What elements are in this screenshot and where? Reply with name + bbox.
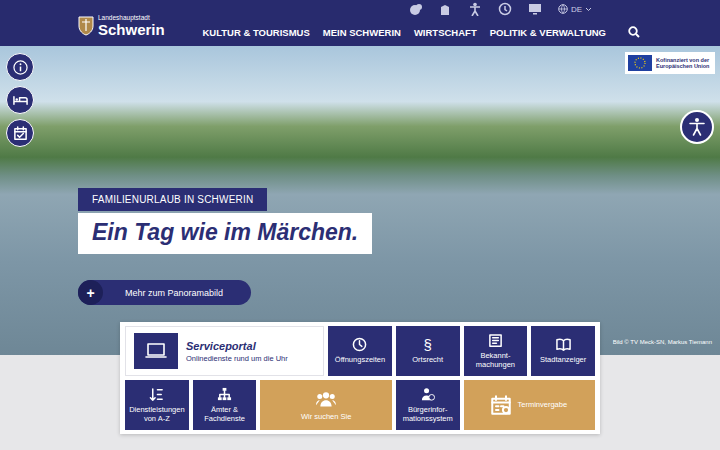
clock-icon	[352, 337, 367, 352]
eu-badge: Kofinanziert von der Europäischen Union	[625, 52, 715, 74]
service-tile-label[interactable]: Ortsrecht	[412, 356, 443, 365]
service-tile[interactable]: Stadtanzeiger	[531, 326, 595, 376]
language-switch[interactable]: DE	[558, 4, 592, 14]
sign-language-button[interactable]	[408, 2, 422, 16]
accessibility-button[interactable]	[468, 2, 482, 16]
main-nav: LandeshauptstadtSchwerin KULTUR & TOURISM…	[0, 18, 720, 46]
hero-content: FAMILIENURLAUB IN SCHWERINEin Tag wie im…	[0, 46, 720, 305]
hero: FAMILIENURLAUB IN SCHWERINEin Tag wie im…	[0, 46, 720, 355]
hero-kicker: FAMILIENURLAUB IN SCHWERIN	[78, 188, 267, 211]
accessibility-icon	[468, 2, 482, 16]
bed-button[interactable]	[6, 86, 34, 114]
portal-title[interactable]: Serviceportal	[186, 340, 288, 352]
service-tile[interactable]: § Ortsrecht	[396, 326, 460, 376]
clock-button[interactable]	[498, 2, 512, 16]
bed-icon	[13, 93, 28, 108]
hands-button[interactable]	[438, 2, 452, 16]
portal-text: Serviceportal Onlinedienste rund um die U…	[186, 340, 288, 363]
nav-item[interactable]: MEIN SCHWERIN	[323, 27, 401, 38]
service-tile[interactable]: Wir suchen Sie	[260, 380, 391, 430]
hero-title: Ein Tag wie im Märchen.	[78, 213, 372, 254]
photo-credit: Bild © TV Meck-SN, Markus Tiemann	[613, 339, 712, 345]
logo-text: LandeshauptstadtSchwerin	[98, 15, 165, 37]
info-button[interactable]	[6, 53, 34, 81]
accessibility-icon	[687, 117, 707, 137]
nav-item[interactable]: POLITIK & VERWALTUNG	[490, 27, 606, 38]
monitor-icon	[528, 2, 542, 16]
language-code[interactable]: DE	[571, 5, 582, 14]
service-tile[interactable]: Öffnungszeiten	[328, 326, 392, 376]
service-tile-label[interactable]: Bekannt-machungen	[467, 352, 525, 369]
service-tile[interactable]: Bekannt-machungen	[464, 326, 528, 376]
panorama-label[interactable]: Mehr zum Panoramabild	[125, 288, 223, 298]
eu-flag-icon	[628, 55, 652, 71]
side-buttons	[6, 53, 34, 147]
person-info-icon	[420, 387, 435, 402]
paragraph-icon: §	[424, 337, 432, 352]
service-tile-label[interactable]: Dienstleistungen von A-Z	[128, 406, 186, 423]
accessibility-button[interactable]	[680, 110, 714, 144]
calendar-button[interactable]	[6, 119, 34, 147]
portal-icon-box	[134, 333, 178, 369]
book-icon	[556, 337, 571, 352]
nav-item[interactable]: KULTUR & TOURISMUS	[202, 27, 309, 38]
search-button[interactable]	[628, 26, 640, 38]
service-tile[interactable]: Ämter & Fachdienste	[193, 380, 257, 430]
info-icon	[13, 60, 28, 75]
hands-icon	[438, 2, 452, 16]
nav-item[interactable]: WIRTSCHAFT	[414, 27, 477, 38]
menu: KULTUR & TOURISMUS MEIN SCHWERIN WIRTSCHAF…	[202, 27, 606, 38]
globe-icon	[558, 4, 568, 14]
service-tile-label[interactable]: Öffnungszeiten	[335, 356, 385, 365]
monitor-button[interactable]	[528, 2, 542, 16]
eu-badge-text: Kofinanziert von der Europäischen Union	[656, 57, 710, 70]
sort-icon	[149, 387, 164, 402]
service-tile[interactable]: Bürgerinfor-mationssystem	[396, 380, 460, 430]
newspaper-icon	[488, 333, 503, 348]
service-tile-label[interactable]: Wir suchen Sie	[301, 413, 351, 422]
service-tile[interactable]: Terminvergabe	[464, 380, 595, 430]
clock-icon	[498, 2, 512, 16]
coat-of-arms-icon	[78, 16, 94, 36]
chevron-down-icon	[585, 7, 592, 12]
logo-title: Schwerin	[98, 22, 165, 37]
plus-icon[interactable]: +	[78, 280, 103, 305]
logo[interactable]: LandeshauptstadtSchwerin	[78, 15, 165, 37]
people-icon	[316, 389, 336, 409]
portal-subtitle: Onlinedienste rund um die Uhr	[186, 354, 288, 363]
search-icon	[628, 26, 640, 38]
sign-language-icon	[408, 2, 422, 16]
org-chart-icon	[217, 387, 232, 402]
service-tile-label[interactable]: Terminvergabe	[517, 401, 567, 410]
calendar-icon	[13, 126, 28, 141]
serviceportal-card[interactable]: Serviceportal Onlinedienste rund um die U…	[125, 326, 324, 376]
service-tile-label[interactable]: Bürgerinfor-mationssystem	[399, 406, 457, 423]
calendar-clock-icon	[491, 395, 511, 415]
laptop-icon	[145, 342, 167, 360]
panorama-button[interactable]: + Mehr zum Panoramabild	[78, 280, 251, 305]
service-tile-label[interactable]: Ämter & Fachdienste	[196, 406, 254, 423]
service-panel: Serviceportal Onlinedienste rund um die U…	[120, 322, 600, 434]
service-tile[interactable]: Dienstleistungen von A-Z	[125, 380, 189, 430]
service-tile-label[interactable]: Stadtanzeiger	[540, 356, 586, 365]
